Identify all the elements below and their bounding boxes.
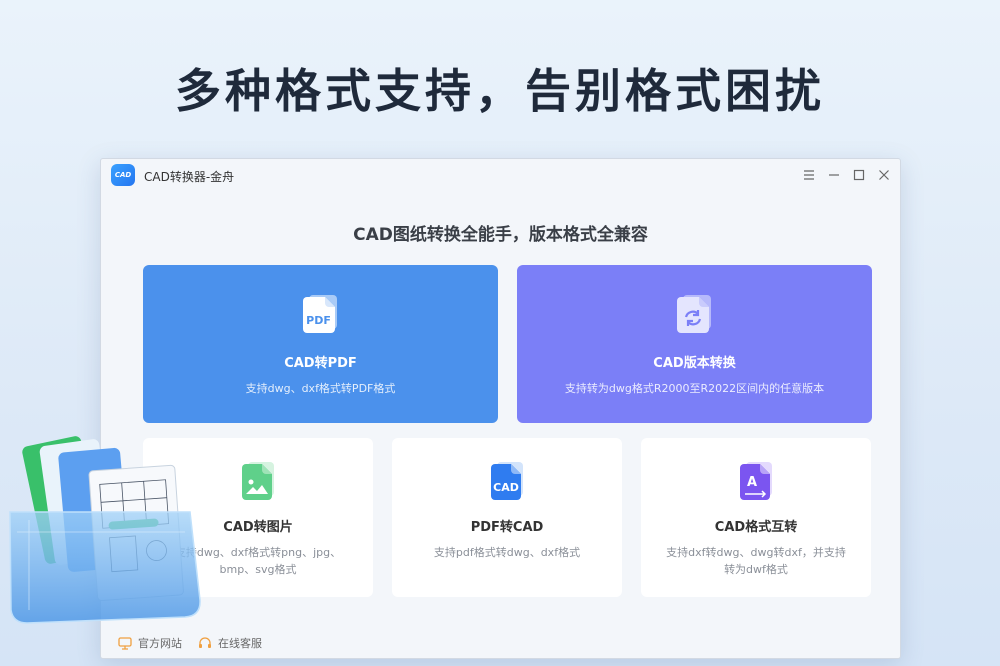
cad-format-convert-desc: 支持dxf转dwg、dwg转dxf，并支持转为dwf格式 — [666, 546, 846, 576]
maximize-icon[interactable] — [851, 167, 867, 183]
pdf-to-cad-card[interactable]: CAD PDF转CAD 支持pdf格式转dwg、dxf格式 — [392, 438, 622, 597]
format-icon-label: A — [746, 475, 758, 490]
pdf-to-cad-desc: 支持pdf格式转dwg、dxf格式 — [433, 546, 581, 559]
online-service-link[interactable]: 在线客服 — [198, 635, 262, 651]
close-icon[interactable] — [876, 167, 892, 183]
monitor-icon — [118, 636, 132, 650]
menu-icon[interactable] — [801, 167, 817, 183]
headline: 多种格式支持，告别格式困扰 — [175, 64, 825, 118]
pdf-file-icon: PDF — [299, 293, 343, 337]
format-file-icon: A — [734, 460, 778, 504]
headset-icon — [199, 636, 211, 648]
cad-version-title: CAD版本转换 — [653, 356, 736, 371]
official-site-label: 官方网站 — [138, 637, 182, 650]
official-site-link[interactable]: 官方网站 — [118, 635, 182, 651]
app-window: CAD CAD转换器-金舟 CAD图纸转换全能手，版本格式全兼容 PDF CAD… — [100, 158, 901, 659]
cad-version-card[interactable]: CAD版本转换 支持转为dwg格式R2000至R2022区间内的任意版本 — [517, 265, 872, 423]
cad-file-icon: CAD — [485, 460, 529, 504]
cad-to-pdf-card[interactable]: PDF CAD转PDF 支持dwg、dxf格式转PDF格式 — [143, 265, 498, 423]
file-box-illustration — [9, 436, 201, 624]
version-convert-icon — [673, 293, 717, 337]
app-logo-icon: CAD — [111, 164, 135, 186]
cad-version-desc: 支持转为dwg格式R2000至R2022区间内的任意版本 — [564, 382, 825, 395]
window-title: CAD转换器-金舟 — [144, 170, 235, 184]
title-bar: CAD CAD转换器-金舟 — [101, 159, 900, 193]
app-logo-text: CAD — [114, 171, 132, 179]
cad-icon-label: CAD — [493, 481, 519, 494]
cad-to-pdf-desc: 支持dwg、dxf格式转PDF格式 — [245, 382, 396, 395]
pdf-to-cad-title: PDF转CAD — [470, 520, 544, 535]
page-subtitle: CAD图纸转换全能手，版本格式全兼容 — [353, 225, 648, 245]
cad-format-convert-title: CAD格式互转 — [714, 520, 798, 535]
cad-format-convert-card[interactable]: A CAD格式互转 支持dxf转dwg、dwg转dxf，并支持转为dwf格式 — [641, 438, 871, 597]
pdf-icon-label: PDF — [306, 314, 331, 327]
cad-to-pdf-title: CAD转PDF — [284, 356, 357, 371]
image-file-icon — [236, 460, 280, 504]
online-service-label: 在线客服 — [218, 637, 262, 650]
minimize-icon[interactable] — [826, 167, 842, 183]
